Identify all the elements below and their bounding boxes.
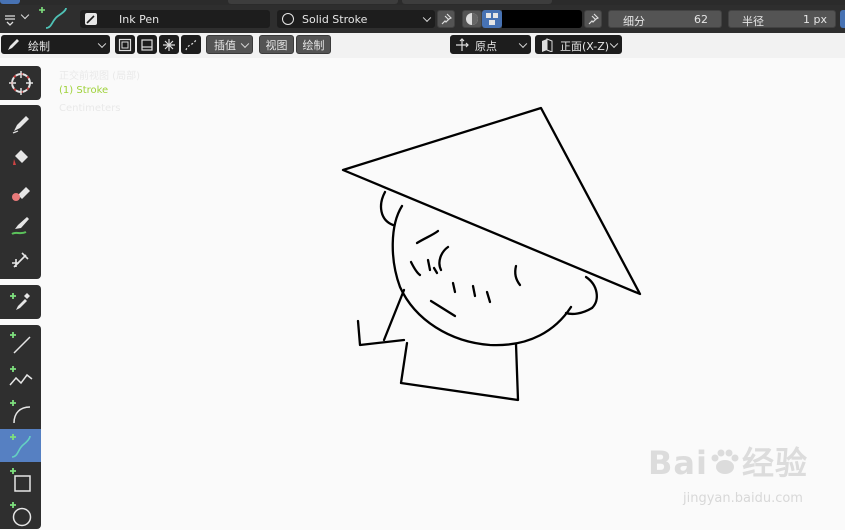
left-toolbar	[0, 60, 42, 529]
watermark-logo: Bai 经验	[648, 438, 808, 484]
right-eye-stroke	[514, 264, 522, 287]
body-stroke	[399, 341, 520, 402]
tool-group-paint	[0, 105, 41, 279]
watermark-brand: Bai	[648, 444, 708, 482]
watermark-url: jingyan.baidu.com	[683, 491, 803, 506]
arc-icon	[9, 399, 30, 423]
fill-tool[interactable]	[0, 141, 41, 174]
hat-stroke	[341, 106, 642, 296]
circle-icon	[9, 501, 31, 526]
line-icon	[9, 331, 31, 354]
cheek-stroke	[471, 284, 477, 298]
draw-icon	[12, 115, 29, 134]
cutter-tool[interactable]	[0, 243, 41, 276]
left-ear-stroke	[379, 190, 395, 227]
cheek-stroke	[426, 258, 432, 272]
units-label: Centimeters	[59, 103, 121, 114]
object-name: (1) Stroke	[59, 85, 109, 96]
erase-icon	[11, 186, 30, 201]
box-icon	[9, 467, 31, 492]
tint-tool[interactable]	[0, 209, 41, 242]
cheek-stroke	[432, 266, 439, 275]
curve-tool[interactable]	[0, 429, 41, 462]
curve-icon	[9, 433, 31, 458]
fill-icon	[12, 149, 28, 165]
erase-tool[interactable]	[0, 175, 41, 208]
cutter-icon	[11, 251, 29, 268]
circle-tool[interactable]	[0, 497, 41, 530]
tool-group-cursor	[0, 66, 41, 100]
eyebrow-stroke	[415, 229, 440, 245]
box-tool[interactable]	[0, 463, 41, 496]
polyline-icon	[8, 365, 32, 385]
tool-group-eyedropper	[0, 285, 41, 319]
draw-tool[interactable]	[0, 107, 41, 140]
arm-stroke	[356, 319, 406, 347]
neck-stroke	[382, 288, 406, 342]
cheek-stroke	[409, 260, 422, 277]
cheek-stroke	[451, 281, 457, 294]
watermark-brand-cn: 经验	[741, 444, 808, 482]
eyedropper-icon	[9, 292, 30, 310]
cursor-icon	[8, 70, 33, 95]
eye-stroke	[438, 245, 450, 272]
polyline-tool[interactable]	[0, 361, 41, 394]
arc-tool[interactable]	[0, 395, 41, 428]
tool-group-primitives	[0, 325, 41, 529]
paw-icon	[708, 446, 742, 474]
mouth-stroke	[429, 299, 457, 318]
view-name: 正交前视图 (局部)	[59, 71, 140, 82]
cheek-stroke	[485, 290, 492, 304]
eyedropper-tool[interactable]	[0, 285, 41, 318]
line-tool[interactable]	[0, 327, 41, 360]
cursor-tool[interactable]	[0, 66, 41, 99]
tint-icon	[10, 216, 29, 235]
